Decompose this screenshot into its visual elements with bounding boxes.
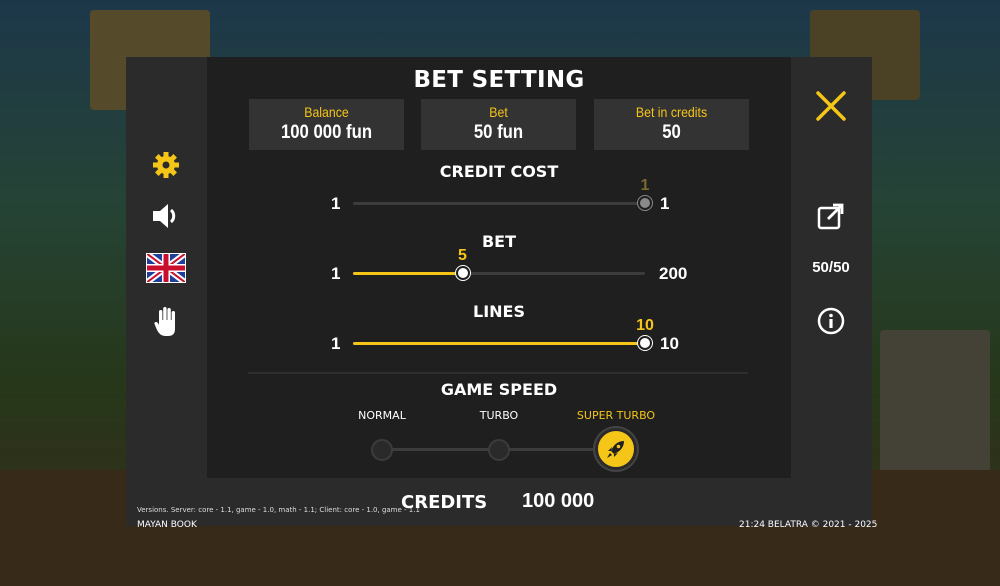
bet-value: 50 fun: [473, 122, 524, 143]
sound-icon[interactable]: [150, 201, 182, 231]
hand-icon[interactable]: [154, 305, 180, 337]
bet-fill: [353, 272, 463, 275]
version-info: Versions. Server: core - 1.1, game - 1.0…: [137, 506, 420, 514]
bet-current: 5: [458, 247, 467, 264]
game-speed-label: GAME SPEED: [440, 380, 558, 399]
close-icon[interactable]: [815, 90, 847, 122]
info-icon[interactable]: [817, 307, 845, 335]
gear-icon[interactable]: [151, 150, 181, 180]
credits-value: 100 000: [522, 490, 595, 512]
left-sidebar: [126, 57, 207, 478]
lines-track[interactable]: [353, 342, 645, 345]
lines-min: 1: [331, 334, 341, 353]
bet-handle[interactable]: [455, 266, 470, 280]
bet-credits-box: Bet in credits 50: [594, 99, 749, 150]
credit-cost-label: CREDIT COST: [439, 162, 559, 181]
uk-flag-icon[interactable]: [146, 253, 186, 283]
section-divider: [248, 372, 748, 374]
page-title: BET SETTING: [413, 67, 585, 93]
bet-credits-label: Bet in credits: [635, 104, 708, 120]
speed-turbo-dot[interactable]: [488, 439, 510, 461]
share-icon[interactable]: [817, 202, 845, 230]
bet-max: 200: [659, 264, 688, 283]
speed-option-normal[interactable]: NORMAL: [327, 409, 437, 422]
settings-content: BET SETTING Balance 100 000 fun Bet 50 f…: [207, 57, 791, 478]
bet-label: Bet: [489, 104, 508, 120]
speed-option-super-turbo[interactable]: SUPER TURBO: [561, 409, 671, 422]
game-name: MAYAN BOOK: [137, 520, 197, 530]
balance-label: Balance: [304, 104, 349, 120]
balance-value: 100 000 fun: [280, 122, 373, 143]
credit-cost-min: 1: [331, 194, 341, 213]
balance-box: Balance 100 000 fun: [249, 99, 404, 150]
credit-cost-max: 1: [660, 194, 670, 213]
credit-cost-handle[interactable]: [638, 196, 652, 210]
bet-box: Bet 50 fun: [421, 99, 576, 150]
bet-credits-value: 50: [662, 122, 681, 143]
bet-min: 1: [331, 264, 341, 283]
lines-max: 10: [660, 334, 679, 353]
bet-track[interactable]: [353, 272, 645, 275]
lines-label: LINES: [473, 302, 525, 321]
lines-fill: [353, 342, 645, 345]
speed-option-turbo[interactable]: TURBO: [444, 409, 554, 422]
right-sidebar: 50/50: [791, 57, 872, 478]
speed-normal-dot[interactable]: [371, 439, 393, 461]
lines-current: 10: [636, 317, 654, 334]
credit-cost-current: 1: [640, 177, 650, 194]
lines-handle[interactable]: [638, 336, 652, 350]
bet-setting-panel: BET SETTING Balance 100 000 fun Bet 50 f…: [126, 57, 872, 526]
speed-super-turbo-selected[interactable]: [595, 428, 637, 470]
fifty-fifty-icon[interactable]: 50/50: [809, 259, 853, 276]
bet-slider-label: BET: [481, 232, 517, 251]
time-copyright: 21:24 BELATRA © 2021 - 2025: [739, 520, 878, 530]
credits-label: CREDITS: [401, 492, 488, 513]
credit-cost-track[interactable]: [353, 202, 645, 205]
rocket-icon: [607, 441, 624, 458]
credits-bar: Versions. Server: core - 1.1, game - 1.0…: [126, 478, 872, 526]
